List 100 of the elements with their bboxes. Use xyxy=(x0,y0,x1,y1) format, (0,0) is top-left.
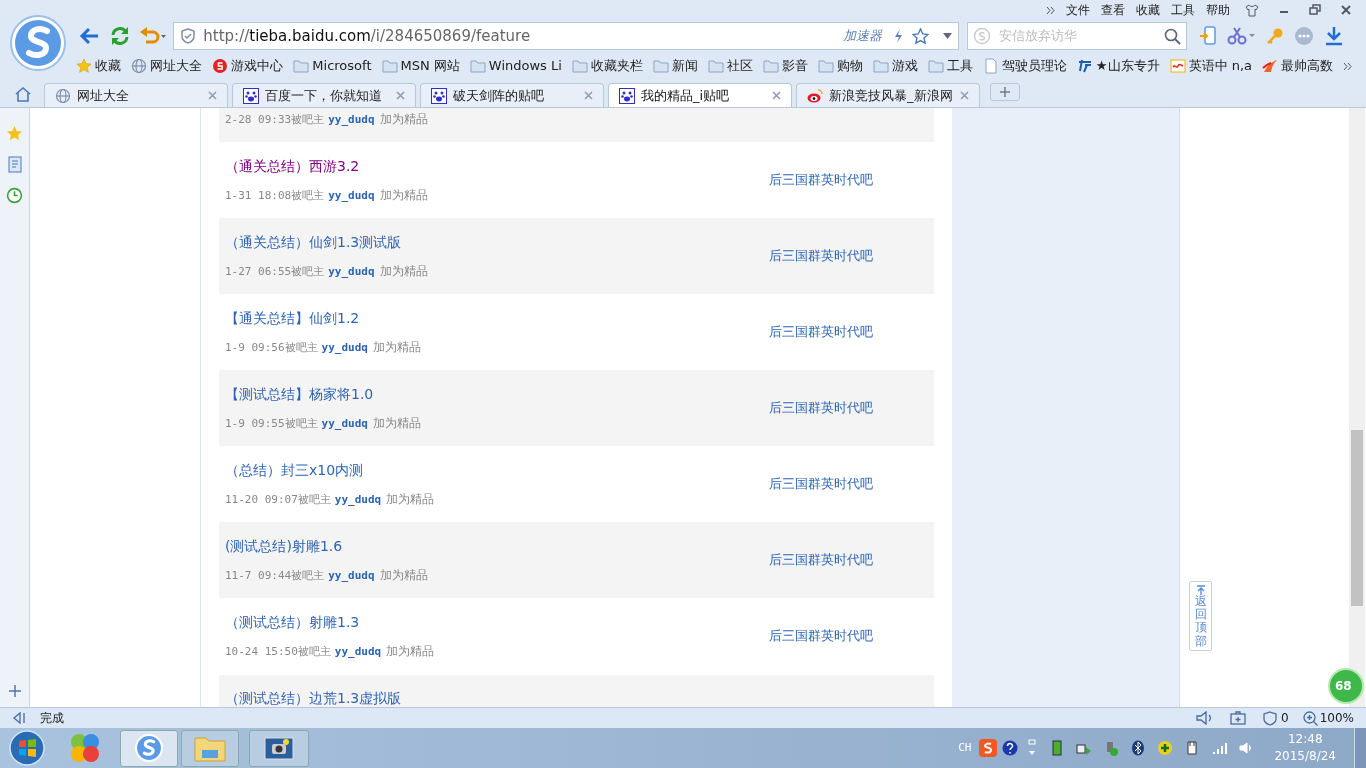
close-icon[interactable] xyxy=(208,91,217,100)
search-field[interactable]: 安信放弃访华 xyxy=(967,22,1188,50)
bookmark-item[interactable]: 新闻 xyxy=(652,56,698,76)
menu-item[interactable]: 工具 xyxy=(1171,1,1195,19)
bookmark-item[interactable]: 工具 xyxy=(927,56,973,76)
more-icon[interactable] xyxy=(1294,26,1315,46)
document-icon[interactable] xyxy=(6,156,23,173)
post-title-link[interactable]: (测试总结)射雕1.6 xyxy=(225,535,769,557)
download-icon[interactable] xyxy=(1325,26,1344,46)
author-link[interactable]: yy_dudq xyxy=(328,263,375,281)
author-link[interactable]: yy_dudq xyxy=(328,567,375,585)
show-desktop-button[interactable] xyxy=(1354,728,1366,768)
close-icon[interactable] xyxy=(1340,4,1352,16)
dropdown-caret-icon[interactable] xyxy=(943,33,953,39)
author-link[interactable]: yy_dudq xyxy=(321,415,368,433)
star-icon[interactable] xyxy=(6,125,23,142)
menu-item[interactable]: 查看 xyxy=(1101,1,1125,19)
star-outline-icon[interactable] xyxy=(912,27,930,45)
close-icon[interactable] xyxy=(960,91,969,100)
search-input[interactable]: 安信放弃访华 xyxy=(999,26,1165,46)
menu-item[interactable]: 帮助 xyxy=(1206,1,1230,19)
chevron-icon[interactable] xyxy=(1343,61,1352,71)
bookmark-item[interactable]: 影音 xyxy=(762,56,808,76)
bookmark-item[interactable]: 英语中 n,a xyxy=(1169,56,1252,76)
bookmark-item[interactable]: 收藏 xyxy=(76,56,122,76)
close-icon[interactable] xyxy=(396,91,405,100)
close-icon[interactable] xyxy=(772,91,781,100)
author-link[interactable]: yy_dudq xyxy=(334,643,382,661)
back-to-top-button[interactable]: 返回顶部 xyxy=(1189,581,1212,651)
zoom-icon[interactable] xyxy=(1302,710,1318,726)
menu-item[interactable]: 文件 xyxy=(1066,1,1090,19)
bookmark-item[interactable]: ★山东专升 xyxy=(1076,56,1160,76)
post-title-link[interactable]: （通关总结）仙剑1.3测试版 xyxy=(225,231,769,253)
taskbar-button[interactable] xyxy=(249,729,309,767)
bookmark-item[interactable]: 社区 xyxy=(707,56,753,76)
post-title-link[interactable]: 【通关总结】仙剑1.2 xyxy=(225,307,769,329)
start-button-icon[interactable] xyxy=(8,729,46,767)
shirt-icon[interactable] xyxy=(1245,3,1259,17)
toolbox-icon[interactable] xyxy=(1230,711,1247,725)
phone-icon[interactable] xyxy=(1199,26,1218,46)
lightning-icon[interactable] xyxy=(892,28,905,44)
bookmark-item[interactable]: MSN 网站 xyxy=(381,56,460,76)
bookmark-item[interactable]: Windows Li xyxy=(469,56,562,76)
windows-caret-icon[interactable] xyxy=(1026,739,1039,757)
help-icon[interactable] xyxy=(1002,740,1019,756)
post-title-link[interactable]: （测试总结）射雕1.3 xyxy=(225,611,769,633)
bookmark-item[interactable]: 网址大全 xyxy=(131,56,203,76)
post-title-link[interactable]: （测试总结）边荒1.3虚拟版 xyxy=(225,688,402,707)
new-tab-button[interactable] xyxy=(990,83,1020,101)
forum-link[interactable]: 后三国群英时代吧 xyxy=(769,550,873,570)
address-field[interactable]: http://tieba.baidu.com/i/284650869/feature 加速器 xyxy=(173,22,960,50)
undo-icon[interactable] xyxy=(139,26,168,46)
browser-tab[interactable]: 新浪竞技风暴_新浪网 xyxy=(796,83,980,107)
browser-tab[interactable]: 我的精品_i贴吧 xyxy=(608,83,792,107)
scissors-icon[interactable] xyxy=(1227,26,1258,46)
browser-tab[interactable]: 破天剑阵的贴吧 xyxy=(420,83,604,107)
browser-tab[interactable]: 网址大全 xyxy=(44,83,228,107)
restore-icon[interactable] xyxy=(1309,4,1321,16)
post-title-link[interactable]: （总结）封三x10内测 xyxy=(225,459,769,481)
zoom-level[interactable]: 100% xyxy=(1319,709,1354,727)
forum-link[interactable]: 后三国群英时代吧 xyxy=(769,322,873,342)
browser-tab[interactable]: 百度一下，你就知道 xyxy=(232,83,416,107)
search-icon[interactable] xyxy=(1164,27,1182,45)
forum-link[interactable]: 后三国群英时代吧 xyxy=(769,474,873,494)
forum-link[interactable]: 后三国群英时代吧 xyxy=(769,246,873,266)
signal-tray-icon[interactable] xyxy=(1211,740,1228,756)
author-link[interactable]: yy_dudq xyxy=(321,339,368,357)
colorful-circles-icon[interactable] xyxy=(68,731,102,765)
post-title-link[interactable]: 【测试总结】杨家将1.0 xyxy=(225,383,769,405)
forum-link[interactable]: 后三国群英时代吧 xyxy=(769,398,873,418)
author-link[interactable]: yy_dudq xyxy=(328,112,375,129)
chevron-icon[interactable] xyxy=(1046,5,1055,15)
ad-shield-icon[interactable] xyxy=(1263,710,1278,726)
scrollbar[interactable] xyxy=(1349,108,1365,707)
bookmark-item[interactable]: Microsoft xyxy=(293,56,372,76)
browser-logo-icon[interactable] xyxy=(9,14,68,72)
taskbar-button[interactable] xyxy=(120,729,178,767)
bookmark-item[interactable]: 驾驶员理论 xyxy=(982,56,1067,76)
bookmark-item[interactable]: 最帅高数 xyxy=(1262,56,1333,76)
author-link[interactable]: yy_dudq xyxy=(334,491,382,509)
forum-link[interactable]: 后三国群英时代吧 xyxy=(769,170,873,190)
bluetooth-tray-icon[interactable] xyxy=(1130,740,1147,756)
bookmark-item[interactable]: 购物 xyxy=(817,56,863,76)
back-arrow-icon[interactable] xyxy=(78,26,101,46)
forum-link[interactable]: 后三国群英时代吧 xyxy=(769,626,873,646)
accelerator-label[interactable]: 加速器 xyxy=(843,26,883,46)
clock-icon[interactable] xyxy=(6,187,23,204)
input-method-icon[interactable] xyxy=(979,739,998,757)
scrollbar-thumb[interactable] xyxy=(1351,430,1363,606)
taskbar-button[interactable] xyxy=(181,729,239,767)
plus-tray-icon[interactable] xyxy=(1157,740,1174,756)
bookmark-item[interactable]: 游戏 xyxy=(872,56,918,76)
home-icon[interactable] xyxy=(14,86,32,102)
close-icon[interactable] xyxy=(584,91,593,100)
plus-icon[interactable] xyxy=(8,685,21,697)
author-link[interactable]: yy_dudq xyxy=(328,187,375,205)
post-title-link[interactable]: （通关总结）西游3.2 xyxy=(225,155,769,177)
menu-item[interactable]: 收藏 xyxy=(1136,1,1160,19)
bookmark-item[interactable]: 游戏中心 xyxy=(212,56,284,76)
bookmark-item[interactable]: 收藏夹栏 xyxy=(571,56,643,76)
